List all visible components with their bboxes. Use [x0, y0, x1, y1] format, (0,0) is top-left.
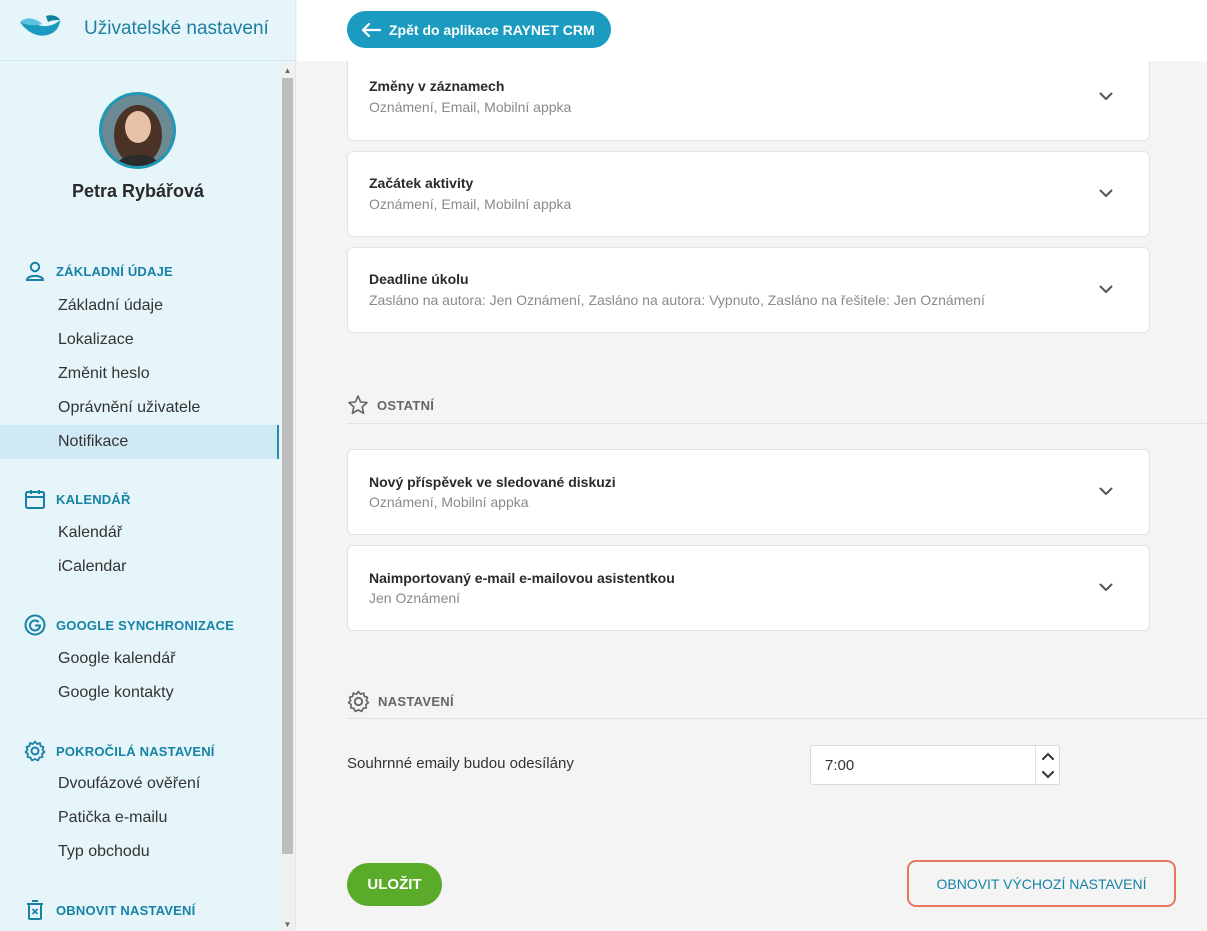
card-subtitle: Oznámení, Email, Mobilní appka: [369, 196, 572, 212]
sidebar-item-change-password[interactable]: Změnit heslo: [0, 357, 279, 391]
card-subtitle: Oznámení, Mobilní appka: [369, 494, 529, 510]
avatar-photo: [102, 95, 173, 166]
section-reset-settings[interactable]: OBNOVIT NASTAVENÍ: [24, 899, 195, 921]
time-increment-button[interactable]: [1035, 746, 1060, 765]
card-title: Začátek aktivity: [369, 175, 474, 191]
chevron-down-icon[interactable]: [1099, 484, 1113, 498]
raynet-bird-logo[interactable]: [18, 12, 62, 42]
time-decrement-button[interactable]: [1035, 765, 1060, 784]
arrow-left-icon: [361, 22, 381, 37]
back-to-crm-button[interactable]: Zpět do aplikace RAYNET CRM: [347, 11, 611, 48]
sidebar: Uživatelské nastavení Petra Rybářová ZÁK…: [0, 0, 296, 931]
summary-time-value: 7:00: [825, 757, 855, 774]
notification-card-imported-email[interactable]: Naimportovaný e-mail e-mailovou asistent…: [347, 545, 1150, 631]
notification-card-activity-start[interactable]: Začátek aktivity Oznámení, Email, Mobiln…: [347, 151, 1150, 237]
chevron-down-icon[interactable]: [1099, 186, 1113, 200]
star-icon: [348, 395, 368, 415]
card-title: Nový příspěvek ve sledované diskuzi: [369, 474, 616, 490]
sidebar-item-basic-data[interactable]: Základní údaje: [0, 289, 279, 323]
chevron-down-icon[interactable]: [1099, 89, 1113, 103]
card-subtitle: Jen Oznámení: [369, 590, 461, 606]
notification-card-task-deadline[interactable]: Deadline úkolu Zasláno na autora: Jen Oz…: [347, 247, 1150, 333]
card-title: Deadline úkolu: [369, 271, 469, 287]
save-button[interactable]: ULOŽIT: [347, 863, 442, 906]
calendar-icon: [25, 490, 45, 509]
section-settings-header: NASTAVENÍ: [347, 690, 454, 713]
notification-card-record-changes[interactable]: Změny v záznamech Oznámení, Email, Mobil…: [347, 61, 1150, 141]
sidebar-item-two-factor[interactable]: Dvoufázové ověření: [0, 767, 279, 801]
sidebar-item-google-calendar[interactable]: Google kalendář: [0, 642, 279, 676]
chevron-up-icon: [1042, 752, 1054, 760]
divider: [347, 718, 1207, 719]
section-advanced-settings: POKROČILÁ NASTAVENÍ: [24, 740, 215, 762]
sidebar-item-localization[interactable]: Lokalizace: [0, 323, 279, 357]
sidebar-item-email-footer[interactable]: Patička e-mailu: [0, 801, 279, 835]
gear-icon: [24, 740, 46, 762]
summary-email-label: Souhrnné emaily budou odesílány: [347, 755, 574, 772]
avatar[interactable]: [99, 92, 176, 169]
sidebar-item-deal-type[interactable]: Typ obchodu: [0, 835, 279, 869]
scroll-up-arrow-icon[interactable]: ▲: [283, 66, 292, 76]
card-subtitle: Zasláno na autora: Jen Oznámení, Zasláno…: [369, 292, 985, 308]
summary-time-input[interactable]: 7:00: [810, 745, 1060, 785]
sidebar-item-notifications[interactable]: Notifikace: [0, 425, 279, 459]
profile-name: Petra Rybářová: [71, 181, 205, 201]
sidebar-scrollbar-thumb[interactable]: [282, 78, 293, 854]
divider: [347, 423, 1207, 424]
card-title: Změny v záznamech: [369, 78, 505, 94]
sidebar-item-user-permissions[interactable]: Oprávnění uživatele: [0, 391, 279, 425]
section-google-sync: GOOGLE SYNCHRONIZACE: [24, 614, 234, 636]
topbar: Zpět do aplikace RAYNET CRM: [297, 0, 1207, 61]
sidebar-item-calendar[interactable]: Kalendář: [0, 516, 279, 550]
google-icon: [24, 614, 46, 636]
card-title: Naimportovaný e-mail e-mailovou asistent…: [369, 570, 675, 586]
sidebar-item-icalendar[interactable]: iCalendar: [0, 550, 279, 584]
section-other-header: OSTATNÍ: [347, 394, 434, 416]
scroll-down-arrow-icon[interactable]: ▼: [283, 920, 292, 930]
chevron-down-icon[interactable]: [1099, 282, 1113, 296]
chevron-down-icon: [1042, 770, 1054, 778]
chevron-down-icon[interactable]: [1099, 580, 1113, 594]
person-icon: [25, 261, 45, 281]
card-subtitle: Oznámení, Email, Mobilní appka: [369, 99, 572, 115]
brand-header: Uživatelské nastavení: [0, 0, 296, 61]
notification-card-new-discussion-post[interactable]: Nový příspěvek ve sledované diskuzi Ozná…: [347, 449, 1150, 535]
section-basic-data: ZÁKLADNÍ ÚDAJE: [24, 260, 173, 282]
brand-title: Uživatelské nastavení: [84, 18, 269, 39]
sidebar-item-google-contacts[interactable]: Google kontakty: [0, 676, 279, 710]
trash-icon: [27, 900, 43, 920]
back-button-label: Zpět do aplikace RAYNET CRM: [389, 21, 595, 38]
reset-defaults-button[interactable]: OBNOVIT VÝCHOZÍ NASTAVENÍ: [907, 860, 1176, 907]
section-calendar: KALENDÁŘ: [24, 488, 131, 510]
gear-icon: [347, 690, 370, 713]
